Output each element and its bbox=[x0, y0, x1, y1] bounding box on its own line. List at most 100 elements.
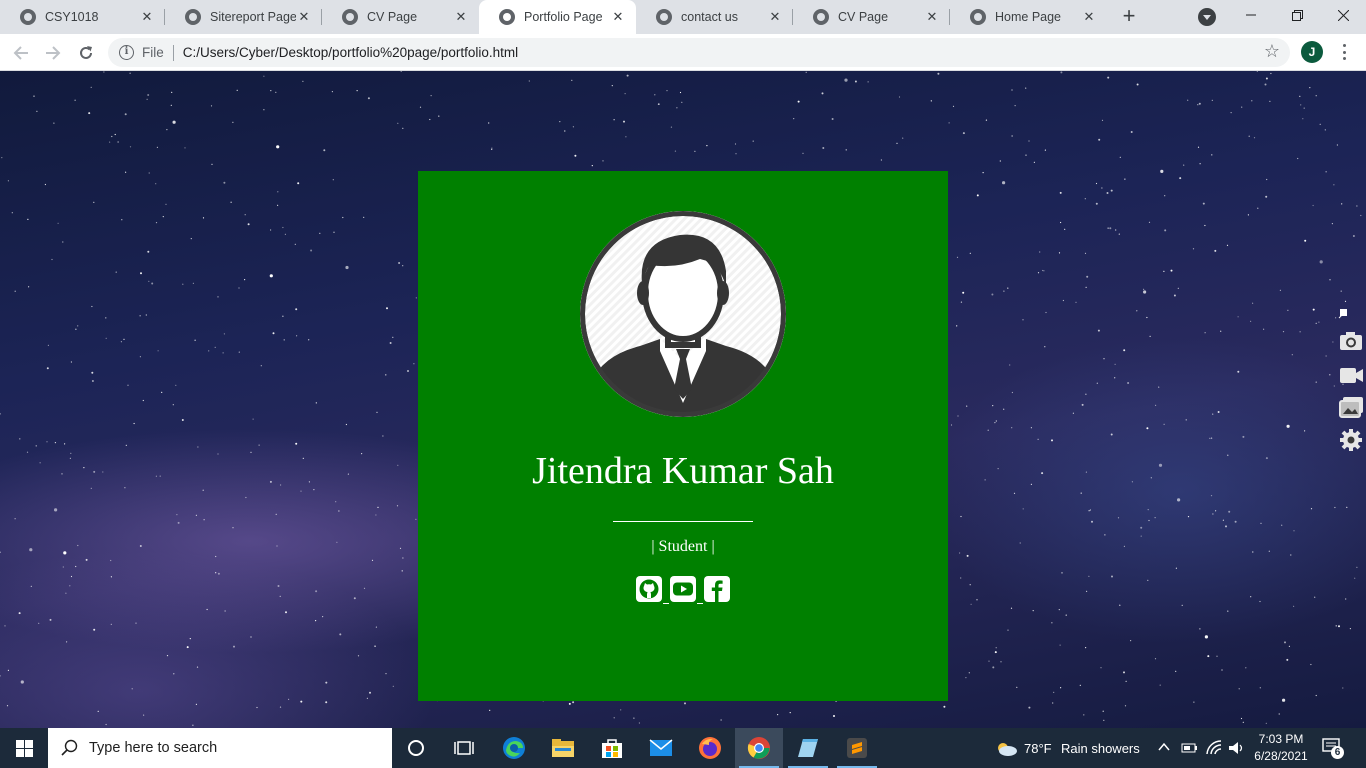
profile-avatar[interactable]: J bbox=[1301, 41, 1323, 63]
start-button[interactable] bbox=[0, 728, 48, 768]
gallery-icon[interactable] bbox=[1338, 395, 1364, 419]
star bbox=[332, 179, 334, 181]
camera-icon[interactable] bbox=[1338, 329, 1364, 353]
star bbox=[1338, 625, 1340, 628]
star bbox=[139, 356, 141, 358]
tab-csy1018[interactable]: CSY1018 ✕ bbox=[0, 0, 165, 34]
tab-cv-page[interactable]: CV Page ✕ bbox=[322, 0, 479, 34]
task-view-button[interactable] bbox=[440, 728, 488, 768]
star bbox=[19, 438, 21, 440]
weather-condition[interactable]: Rain showers bbox=[1061, 728, 1140, 768]
tab-contact-us[interactable]: contact us ✕ bbox=[636, 0, 793, 34]
file-explorer-taskbar-button[interactable] bbox=[539, 728, 587, 768]
star bbox=[133, 422, 135, 425]
close-icon[interactable]: ✕ bbox=[767, 9, 783, 25]
video-camera-icon[interactable] bbox=[1338, 363, 1364, 387]
minimize-button[interactable] bbox=[1228, 0, 1274, 30]
chrome-taskbar-button[interactable] bbox=[735, 728, 783, 768]
star bbox=[1081, 403, 1084, 406]
close-icon[interactable]: ✕ bbox=[296, 9, 312, 25]
star bbox=[135, 622, 137, 624]
star bbox=[308, 481, 310, 483]
bookmark-star-icon[interactable]: ☆ bbox=[1264, 41, 1280, 62]
star bbox=[1344, 300, 1347, 302]
star bbox=[572, 701, 575, 704]
star bbox=[215, 572, 217, 574]
battery-icon[interactable] bbox=[1181, 741, 1198, 754]
star bbox=[279, 595, 281, 598]
close-icon[interactable]: ✕ bbox=[453, 9, 469, 25]
star bbox=[1085, 647, 1087, 649]
wifi-icon[interactable] bbox=[1206, 740, 1222, 756]
close-icon[interactable]: ✕ bbox=[610, 9, 626, 25]
pin-icon[interactable] bbox=[1338, 307, 1350, 319]
tab-title: CV Page bbox=[367, 10, 418, 24]
star bbox=[491, 147, 493, 149]
chevron-up-icon[interactable] bbox=[1158, 742, 1170, 752]
taskbar-search-box[interactable]: Type here to search bbox=[48, 728, 392, 768]
star bbox=[238, 287, 240, 289]
firefox-taskbar-button[interactable] bbox=[686, 728, 734, 768]
weather-cloud-icon[interactable] bbox=[994, 739, 1018, 757]
star bbox=[991, 293, 994, 296]
tab-cv-page-2[interactable]: CV Page ✕ bbox=[793, 0, 950, 34]
star bbox=[195, 514, 197, 516]
tab-portfolio-page[interactable]: Portfolio Page ✕ bbox=[479, 0, 636, 34]
github-link[interactable] bbox=[635, 575, 669, 604]
new-tab-button[interactable]: + bbox=[1117, 5, 1141, 29]
close-icon[interactable]: ✕ bbox=[924, 9, 940, 25]
tab-search-icon[interactable] bbox=[1198, 8, 1216, 26]
star bbox=[356, 90, 358, 92]
star bbox=[720, 719, 722, 721]
facebook-link[interactable] bbox=[703, 575, 731, 603]
star bbox=[363, 216, 365, 218]
star bbox=[1264, 83, 1267, 86]
volume-icon[interactable] bbox=[1228, 740, 1244, 756]
star bbox=[382, 435, 384, 437]
star bbox=[1266, 178, 1268, 181]
tab-sitereport-page[interactable]: Sitereport Page ✕ bbox=[165, 0, 322, 34]
reload-button[interactable] bbox=[74, 41, 98, 65]
close-icon[interactable]: ✕ bbox=[1081, 9, 1097, 25]
edge-taskbar-button[interactable] bbox=[490, 728, 538, 768]
settings-gear-icon[interactable] bbox=[1338, 428, 1364, 452]
star bbox=[1079, 684, 1081, 687]
notification-center-button[interactable]: 6 bbox=[1322, 738, 1344, 759]
store-taskbar-button[interactable] bbox=[588, 728, 636, 768]
mail-taskbar-button[interactable] bbox=[637, 728, 685, 768]
star bbox=[123, 338, 125, 340]
menu-icon[interactable] bbox=[1336, 42, 1352, 62]
star bbox=[1312, 308, 1315, 311]
close-window-button[interactable] bbox=[1320, 0, 1366, 30]
star bbox=[232, 121, 234, 123]
forward-button[interactable] bbox=[41, 41, 65, 65]
star bbox=[280, 484, 282, 486]
url-text[interactable]: C:/Users/Cyber/Desktop/portfolio%20page/… bbox=[183, 45, 518, 60]
restore-button[interactable] bbox=[1274, 0, 1320, 30]
sublime-taskbar-button[interactable] bbox=[833, 728, 881, 768]
star bbox=[389, 342, 392, 344]
taskbar-clock[interactable]: 7:03 PM 6/28/2021 bbox=[1248, 731, 1314, 765]
star bbox=[184, 147, 186, 149]
star bbox=[735, 153, 737, 155]
back-button[interactable] bbox=[9, 41, 33, 65]
cortana-button[interactable] bbox=[392, 728, 440, 768]
star bbox=[626, 74, 629, 77]
star bbox=[1192, 248, 1195, 250]
address-bar[interactable]: i File C:/Users/Cyber/Desktop/portfolio%… bbox=[108, 38, 1290, 67]
notepad-taskbar-button[interactable] bbox=[784, 728, 832, 768]
star bbox=[1304, 430, 1306, 432]
weather-temp[interactable]: 78°F bbox=[1024, 728, 1052, 768]
tab-home-page[interactable]: Home Page ✕ bbox=[950, 0, 1107, 34]
star bbox=[937, 72, 940, 75]
star bbox=[930, 100, 932, 102]
star bbox=[151, 282, 154, 285]
info-icon[interactable]: i bbox=[119, 45, 134, 60]
close-icon[interactable]: ✕ bbox=[139, 9, 155, 25]
star bbox=[319, 232, 321, 234]
star bbox=[39, 462, 41, 464]
star bbox=[1101, 187, 1103, 189]
star bbox=[1175, 670, 1177, 672]
star bbox=[1252, 302, 1254, 304]
youtube-link[interactable] bbox=[669, 575, 703, 604]
